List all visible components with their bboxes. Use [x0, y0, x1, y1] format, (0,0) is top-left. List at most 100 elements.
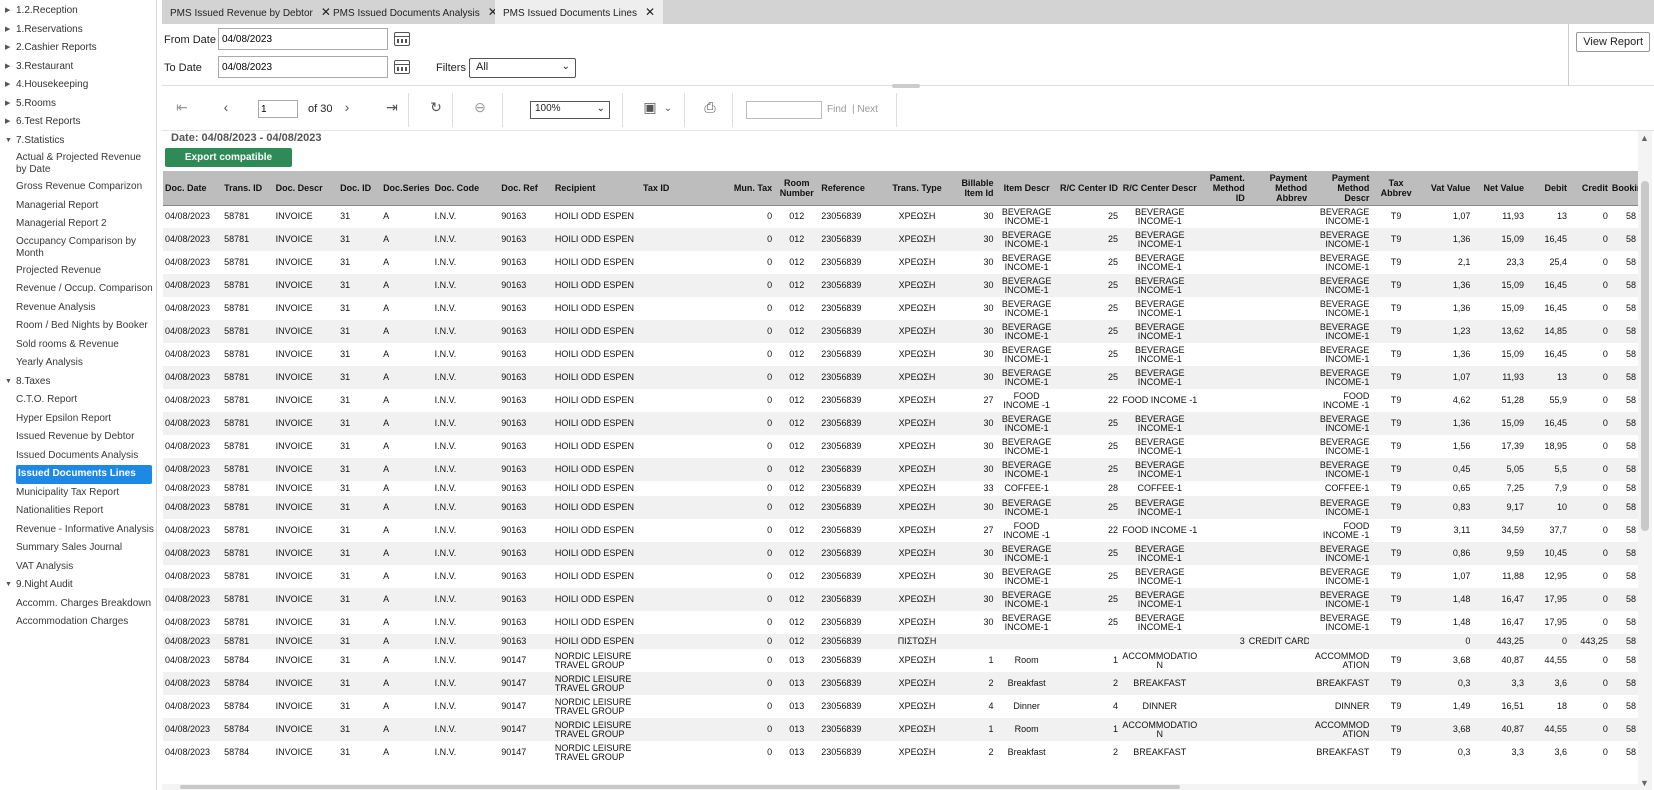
table-row[interactable]: 04/08/2023 58784 INVOICE 31 A I.N.V. 90147 NORD…	[163, 672, 1638, 695]
scroll-up-icon[interactable]: ▲	[1640, 133, 1649, 143]
caret-down-icon[interactable]: ▼	[5, 373, 12, 392]
tree-group[interactable]: ▶ 3.Restaurant	[0, 58, 156, 77]
to-date-input[interactable]	[218, 56, 388, 78]
caret-right-icon[interactable]: ▶	[5, 2, 10, 21]
horizontal-scrollbar[interactable]	[162, 784, 1638, 790]
view-report-button[interactable]: View Report	[1576, 32, 1650, 52]
caret-right-icon[interactable]: ▶	[5, 76, 10, 95]
tree-group[interactable]: ▶ 6.Test Reports	[0, 113, 156, 132]
table-row[interactable]: 04/08/2023 58781 INVOICE 31 A I.N.V. 90163 HOIL…	[163, 412, 1638, 435]
back-icon[interactable]: ⊖	[470, 99, 490, 116]
tree-item[interactable]: Room / Bed Nights by Booker	[0, 317, 156, 336]
tree-group[interactable]: ▶ 1.2.Reception	[0, 2, 156, 21]
tree-item[interactable]: Managerial Report	[0, 197, 156, 216]
table-row[interactable]: 04/08/2023 58784 INVOICE 31 A I.N.V. 90147 NORD…	[163, 695, 1638, 718]
table-row[interactable]: 04/08/2023 58781 INVOICE 31 A I.N.V. 90163 HOIL…	[163, 611, 1638, 634]
caret-right-icon[interactable]: ▶	[5, 58, 10, 77]
tree-item[interactable]: Actual & Projected Revenue by Date	[0, 150, 156, 178]
caret-right-icon[interactable]: ▶	[5, 113, 10, 132]
previous-page-icon[interactable]: ‹	[216, 99, 236, 115]
filters-select[interactable]: All ⌄	[469, 58, 576, 78]
table-row[interactable]: 04/08/2023 58781 INVOICE 31 A I.N.V. 90163 HOIL…	[163, 435, 1638, 458]
tab-issued-revenue-by-debtor[interactable]: PMS Issued Revenue by Debtor ✕	[162, 0, 339, 24]
tree-item[interactable]: Revenue / Occup. Comparison	[0, 280, 156, 299]
print-icon[interactable]: ⎙	[700, 99, 720, 116]
vertical-scrollbar[interactable]: ▲ ▼	[1638, 131, 1652, 790]
tree-group[interactable]: ▶ 4.Housekeeping	[0, 76, 156, 95]
table-row[interactable]: 04/08/2023 58781 INVOICE 31 A I.N.V. 90163 HOIL…	[163, 519, 1638, 542]
scroll-down-icon[interactable]: ▼	[1640, 778, 1649, 788]
last-page-icon[interactable]: ⇥	[382, 99, 402, 116]
first-page-icon[interactable]: ⇤	[172, 99, 192, 116]
close-icon[interactable]: ✕	[645, 5, 655, 19]
tab-issued-documents-lines[interactable]: PMS Issued Documents Lines ✕	[495, 0, 664, 24]
table-row[interactable]: 04/08/2023 58781 INVOICE 31 A I.N.V. 90163 HOIL…	[163, 320, 1638, 343]
table-row[interactable]: 04/08/2023 58781 INVOICE 31 A I.N.V. 90163 HOIL…	[163, 458, 1638, 481]
scrollbar-thumb[interactable]	[180, 785, 1180, 789]
table-row[interactable]: 04/08/2023 58781 INVOICE 31 A I.N.V. 90163 HOIL…	[163, 366, 1638, 389]
table-row[interactable]: 04/08/2023 58781 INVOICE 31 A I.N.V. 90163 HOIL…	[163, 542, 1638, 565]
calendar-icon[interactable]	[394, 32, 410, 46]
tree-group[interactable]: ▶ 1.Reservations	[0, 21, 156, 40]
tree-item[interactable]: Issued Documents Analysis	[0, 447, 156, 466]
tree-item[interactable]: Sold rooms & Revenue	[0, 336, 156, 355]
caret-right-icon[interactable]: ▶	[5, 95, 10, 114]
refresh-icon[interactable]: ↻	[426, 99, 446, 116]
find-input[interactable]	[746, 101, 822, 119]
tree-item[interactable]: Municipality Tax Report	[0, 484, 156, 503]
next-link[interactable]: | Next	[852, 104, 878, 115]
tree-item[interactable]: Gross Revenue Comparizon	[0, 178, 156, 197]
caret-right-icon[interactable]: ▶	[5, 21, 10, 40]
tree-group[interactable]: ▶ 2.Cashier Reports	[0, 39, 156, 58]
table-row[interactable]: 04/08/2023 58781 INVOICE 31 A I.N.V. 90163 HOIL…	[163, 205, 1638, 228]
table-row[interactable]: 04/08/2023 58781 INVOICE 31 A I.N.V. 90163 HOIL…	[163, 588, 1638, 611]
find-link[interactable]: Find	[827, 104, 846, 115]
splitter-handle[interactable]	[892, 84, 920, 88]
tree-item[interactable]: Hyper Epsilon Report	[0, 410, 156, 429]
table-row[interactable]: 04/08/2023 58781 INVOICE 31 A I.N.V. 90163 HOIL…	[163, 496, 1638, 519]
tree-group[interactable]: ▼ 7.Statistics	[0, 132, 156, 151]
table-row[interactable]: 04/08/2023 58781 INVOICE 31 A I.N.V. 90163 HOIL…	[163, 228, 1638, 251]
next-page-icon[interactable]: ›	[337, 99, 357, 115]
tree-item[interactable]: Revenue - Informative Analysis	[0, 521, 156, 540]
calendar-icon[interactable]	[394, 60, 410, 74]
page-number-input[interactable]	[258, 100, 298, 118]
tree-item[interactable]: Accommodation Charges	[0, 613, 156, 632]
tree-item[interactable]: Projected Revenue	[0, 262, 156, 281]
tree-item-active[interactable]: Issued Documents Lines	[16, 465, 152, 484]
table-row[interactable]: 04/08/2023 58781 INVOICE 31 A I.N.V. 90163 HOIL…	[163, 481, 1638, 496]
zoom-select[interactable]: 100% ⌄	[530, 101, 610, 119]
table-row[interactable]: 04/08/2023 58781 INVOICE 31 A I.N.V. 90163 HOIL…	[163, 343, 1638, 366]
table-row[interactable]: 04/08/2023 58784 INVOICE 31 A I.N.V. 90147 NORD…	[163, 718, 1638, 741]
export-compatible-button[interactable]: Export compatible	[165, 148, 292, 167]
tree-group[interactable]: ▼ 9.Night Audit	[0, 576, 156, 595]
tree-item[interactable]: Managerial Report 2	[0, 215, 156, 234]
table-row[interactable]: 04/08/2023 58781 INVOICE 31 A I.N.V. 90163 HOIL…	[163, 634, 1638, 649]
tree-item[interactable]: Nationalities Report	[0, 502, 156, 521]
scrollbar-thumb[interactable]	[1641, 181, 1649, 531]
tree-item[interactable]: Revenue Analysis	[0, 299, 156, 318]
tree-item[interactable]: VAT Analysis	[0, 558, 156, 577]
tree-group[interactable]: ▼ 8.Taxes	[0, 373, 156, 392]
table-row[interactable]: 04/08/2023 58784 INVOICE 31 A I.N.V. 90147 NORD…	[163, 649, 1638, 672]
caret-down-icon[interactable]: ▼	[5, 576, 12, 595]
tab-issued-documents-analysis[interactable]: PMS Issued Documents Analysis ✕	[325, 0, 506, 24]
tree-group[interactable]: ▶ 5.Rooms	[0, 95, 156, 114]
tree-item[interactable]: Summary Sales Journal	[0, 539, 156, 558]
tree-item[interactable]: Issued Revenue by Debtor	[0, 428, 156, 447]
tree-item[interactable]: Yearly Analysis	[0, 354, 156, 373]
tree-item[interactable]: Accomm. Charges Breakdown	[0, 595, 156, 614]
caret-right-icon[interactable]: ▶	[5, 39, 10, 58]
save-icon[interactable]: ▣	[640, 99, 660, 116]
tree-item[interactable]: C.T.O. Report	[0, 391, 156, 410]
table-row[interactable]: 04/08/2023 58781 INVOICE 31 A I.N.V. 90163 HOIL…	[163, 565, 1638, 588]
table-row[interactable]: 04/08/2023 58784 INVOICE 31 A I.N.V. 90147 NORD…	[163, 741, 1638, 764]
table-row[interactable]: 04/08/2023 58781 INVOICE 31 A I.N.V. 90163 HOIL…	[163, 274, 1638, 297]
table-row[interactable]: 04/08/2023 58781 INVOICE 31 A I.N.V. 90163 HOIL…	[163, 389, 1638, 412]
from-date-input[interactable]	[218, 28, 388, 50]
caret-down-icon[interactable]: ▼	[5, 132, 12, 151]
table-row[interactable]: 04/08/2023 58781 INVOICE 31 A I.N.V. 90163 HOIL…	[163, 297, 1638, 320]
table-row[interactable]: 04/08/2023 58781 INVOICE 31 A I.N.V. 90163 HOIL…	[163, 251, 1638, 274]
chevron-down-icon[interactable]: ⌄	[658, 103, 678, 114]
tree-item[interactable]: Occupancy Comparison by Month	[0, 234, 156, 262]
